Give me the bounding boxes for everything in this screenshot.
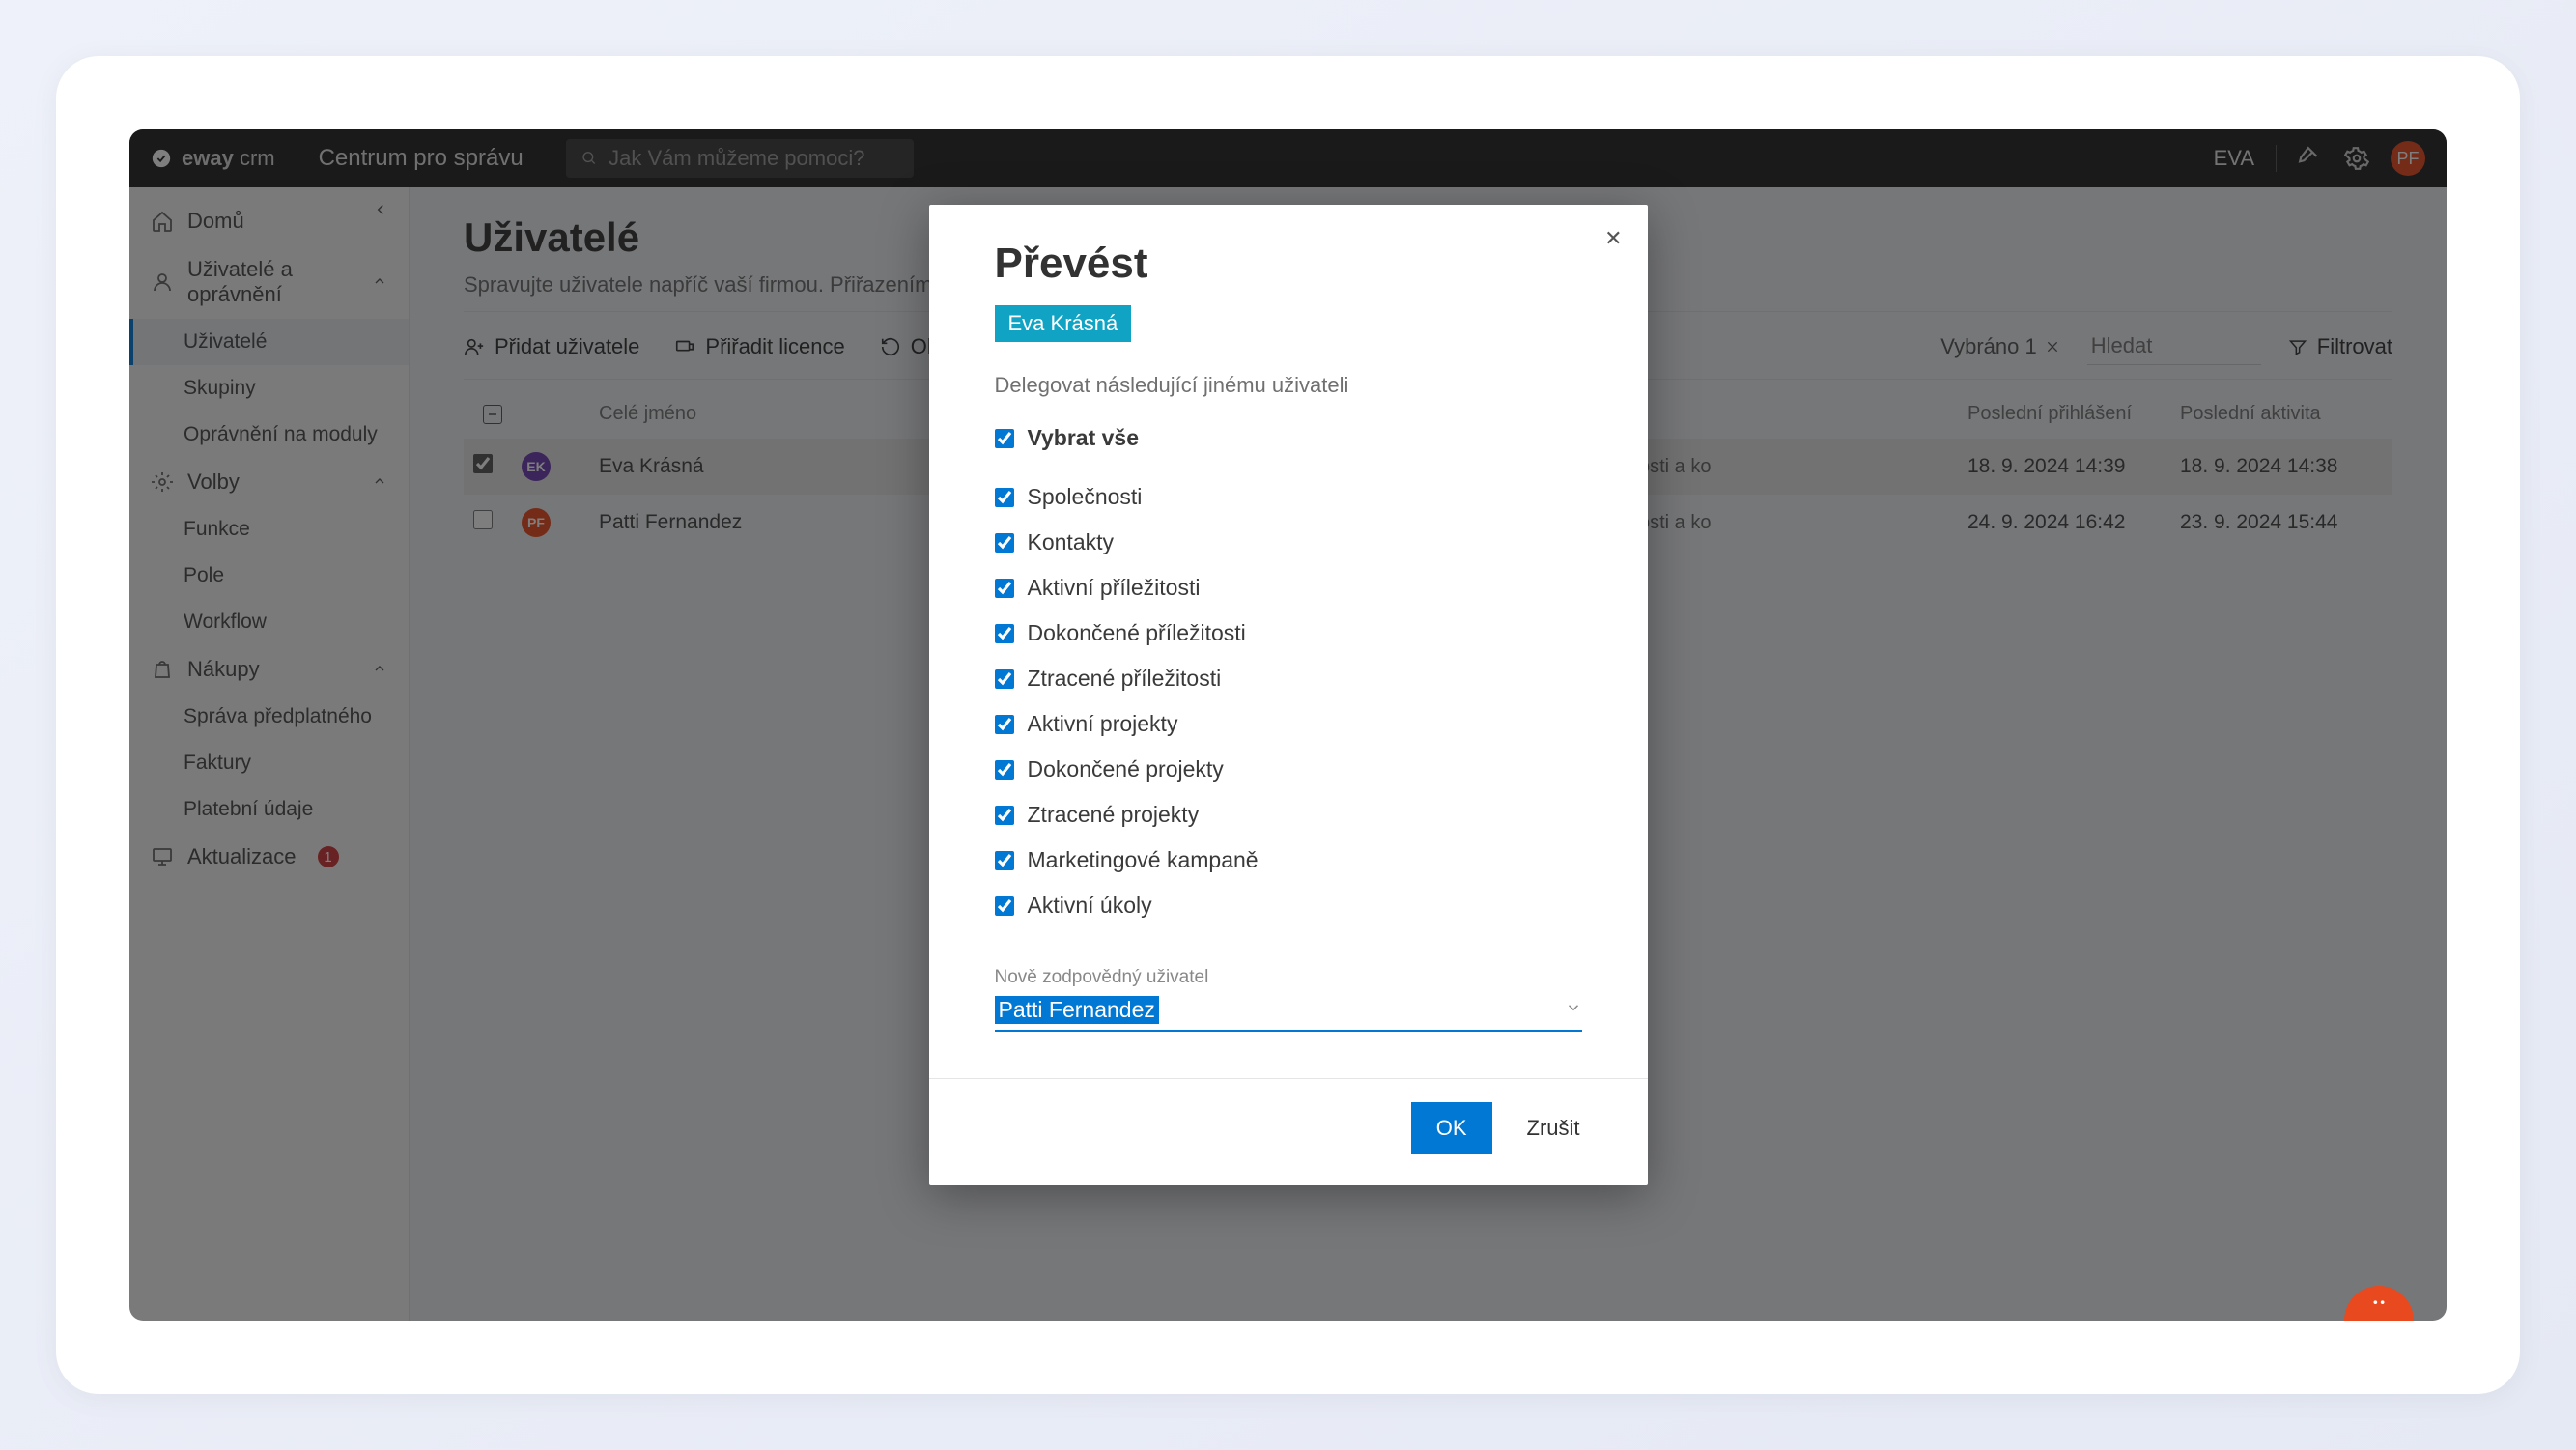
modal-footer: OK Zrušit: [929, 1078, 1648, 1185]
cancel-button[interactable]: Zrušit: [1517, 1102, 1590, 1154]
app-root: eway crm Centrum pro správu EVA PF Domů: [129, 129, 2447, 1321]
option-checkbox[interactable]: [995, 806, 1014, 825]
transfer-modal: ✕ Převést Eva Krásná Delegovat následují…: [929, 205, 1648, 1185]
option-label: Aktivní projekty: [1028, 711, 1178, 737]
modal-overlay: ✕ Převést Eva Krásná Delegovat následují…: [129, 129, 2447, 1321]
option-checkbox[interactable]: [995, 715, 1014, 734]
chat-icon: [2365, 1294, 2392, 1315]
option-checkbox[interactable]: [995, 488, 1014, 507]
new-owner-label: Nově zodpovědný uživatel: [995, 967, 1582, 988]
option-label: Společnosti: [1028, 484, 1143, 510]
modal-description: Delegovat následující jinému uživateli: [995, 373, 1582, 398]
delegate-option[interactable]: Ztracené příležitosti: [995, 656, 1582, 701]
option-label: Ztracené příležitosti: [1028, 666, 1222, 692]
select-all-checkbox[interactable]: [995, 429, 1014, 448]
user-chip: Eva Krásná: [995, 305, 1132, 342]
delegate-option[interactable]: Společnosti: [995, 474, 1582, 520]
delegate-option[interactable]: Dokončené projekty: [995, 747, 1582, 792]
delegate-option[interactable]: Kontakty: [995, 520, 1582, 565]
option-label: Marketingové kampaně: [1028, 847, 1259, 873]
delegate-option[interactable]: Ztracené projekty: [995, 792, 1582, 838]
option-checkbox[interactable]: [995, 760, 1014, 780]
option-checkbox[interactable]: [995, 669, 1014, 689]
chevron-down-icon: [1565, 999, 1582, 1021]
delegate-option[interactable]: Aktivní projekty: [995, 701, 1582, 747]
modal-title: Převést: [995, 240, 1582, 288]
new-owner-value: Patti Fernandez: [995, 996, 1159, 1024]
delegate-options: Společnosti Kontakty Aktivní příležitosti D…: [995, 474, 1582, 928]
modal-close-button[interactable]: ✕: [1604, 226, 1622, 251]
delegate-option[interactable]: Aktivní příležitosti: [995, 565, 1582, 611]
option-checkbox[interactable]: [995, 533, 1014, 553]
option-checkbox[interactable]: [995, 851, 1014, 870]
delegate-option[interactable]: Marketingové kampaně: [995, 838, 1582, 883]
select-all-label: Vybrat vše: [1028, 425, 1140, 451]
option-label: Dokončené příležitosti: [1028, 620, 1246, 646]
new-owner-select[interactable]: Patti Fernandez: [995, 990, 1582, 1032]
delegate-option[interactable]: Dokončené příležitosti: [995, 611, 1582, 656]
delegate-option[interactable]: Aktivní úkoly: [995, 883, 1582, 928]
option-checkbox[interactable]: [995, 624, 1014, 643]
option-label: Aktivní úkoly: [1028, 893, 1152, 919]
option-label: Dokončené projekty: [1028, 756, 1224, 782]
select-all-row[interactable]: Vybrat vše: [995, 415, 1582, 461]
option-label: Kontakty: [1028, 529, 1115, 555]
option-checkbox[interactable]: [995, 579, 1014, 598]
ok-button[interactable]: OK: [1411, 1102, 1492, 1154]
option-checkbox[interactable]: [995, 896, 1014, 916]
option-label: Ztracené projekty: [1028, 802, 1200, 828]
option-label: Aktivní příležitosti: [1028, 575, 1201, 601]
